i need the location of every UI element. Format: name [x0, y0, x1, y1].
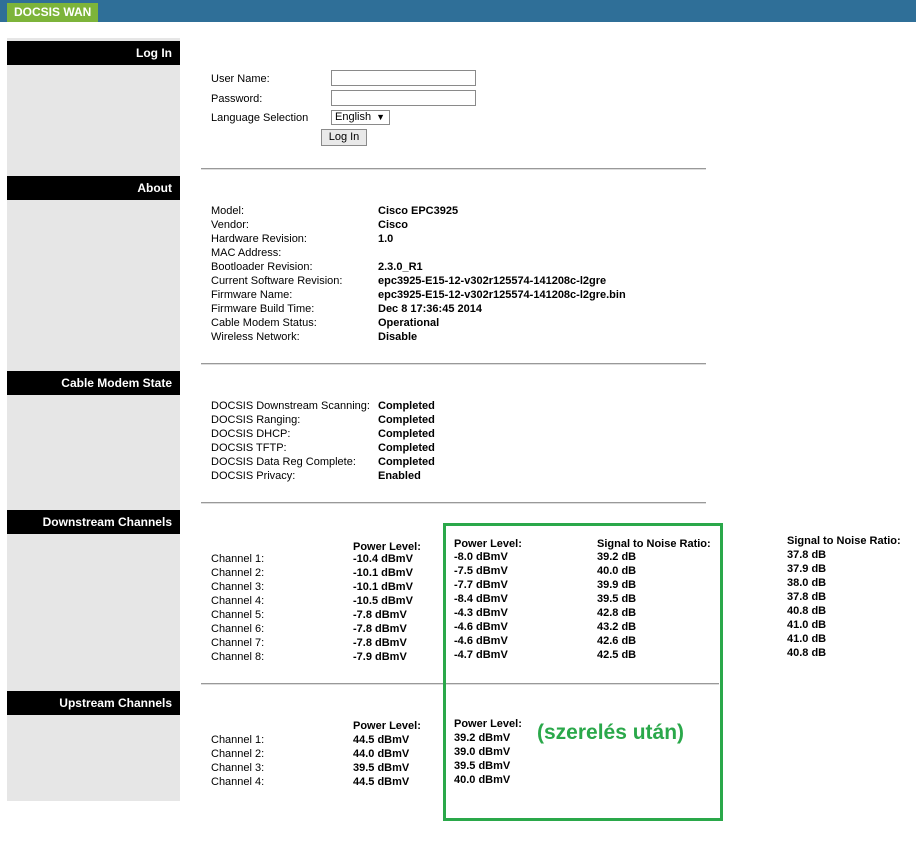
tab-docsis-wan[interactable]: DOCSIS WAN: [7, 3, 99, 22]
downstream-snr-before: 40.8 dB: [787, 647, 827, 659]
state-label: DOCSIS Privacy:: [211, 470, 296, 482]
about-label: Current Software Revision:: [211, 275, 343, 287]
state-label: DOCSIS TFTP:: [211, 442, 287, 454]
about-label: Vendor:: [211, 219, 249, 231]
top-bar: [0, 0, 916, 22]
downstream-snr-before: 37.9 dB: [787, 563, 827, 575]
downstream-channel-label: Channel 3:: [211, 581, 265, 593]
about-value: 2.3.0_R1: [378, 261, 423, 273]
password-label: Password:: [211, 93, 263, 105]
username-input[interactable]: [331, 70, 476, 86]
state-label: DOCSIS Downstream Scanning:: [211, 400, 370, 412]
downstream-snr-before: 41.0 dB: [787, 619, 827, 631]
state-value: Completed: [378, 400, 435, 412]
about-value: Cisco EPC3925: [378, 205, 459, 217]
upstream-power-before: 39.5 dBmV: [353, 762, 410, 774]
about-value: 1.0: [378, 233, 394, 245]
about-value: Cisco: [378, 219, 408, 231]
state-value: Completed: [378, 414, 435, 426]
upstream-channel-label: Channel 3:: [211, 762, 265, 774]
divider: [201, 168, 706, 170]
downstream-power-before: -7.8 dBmV: [353, 637, 407, 649]
downstream-channel-label: Channel 6:: [211, 623, 265, 635]
about-label: Cable Modem Status:: [211, 317, 317, 329]
about-label: Model:: [211, 205, 245, 217]
about-label: Bootloader Revision:: [211, 261, 313, 273]
downstream-power-before: -10.1 dBmV: [353, 581, 413, 593]
downstream-power-before: -10.4 dBmV: [353, 553, 413, 565]
about-value: epc3925-E15-12-v302r125574-141208c-l2gre…: [378, 289, 626, 301]
upstream-power-before: 44.0 dBmV: [353, 748, 410, 760]
downstream-channel-label: Channel 4:: [211, 595, 265, 607]
language-select-value: English: [335, 111, 372, 123]
downstream-channel-label: Channel 5:: [211, 609, 265, 621]
upstream-power-header-before: Power Level:: [353, 720, 421, 732]
downstream-power-before: -10.1 dBmV: [353, 567, 413, 579]
state-label: DOCSIS Ranging:: [211, 414, 301, 426]
downstream-channel-label: Channel 8:: [211, 651, 265, 663]
section-state-header: Cable Modem State: [7, 371, 180, 395]
state-value: Completed: [378, 428, 435, 440]
state-label: DOCSIS DHCP:: [211, 428, 291, 440]
about-label: MAC Address:: [211, 247, 282, 259]
section-upstream-header: Upstream Channels: [7, 691, 180, 715]
left-margin: [0, 22, 7, 801]
upstream-power-before: 44.5 dBmV: [353, 776, 410, 788]
upstream-channel-label: Channel 1:: [211, 734, 265, 746]
about-value: epc3925-E15-12-v302r125574-141208c-l2gre: [378, 275, 607, 287]
downstream-channel-label: Channel 7:: [211, 637, 265, 649]
downstream-channel-label: Channel 2:: [211, 567, 265, 579]
state-value: Enabled: [378, 470, 421, 482]
login-button[interactable]: Log In: [321, 129, 367, 146]
downstream-snr-before: 38.0 dB: [787, 577, 827, 589]
section-login-header: Log In: [7, 41, 180, 65]
downstream-snr-before: 41.0 dB: [787, 633, 827, 645]
chevron-down-icon: ▼: [376, 112, 385, 122]
downstream-power-before: -7.8 dBmV: [353, 623, 407, 635]
about-label: Firmware Build Time:: [211, 303, 315, 315]
about-label: Wireless Network:: [211, 331, 300, 343]
state-label: DOCSIS Data Reg Complete:: [211, 456, 356, 468]
divider: [201, 363, 706, 365]
downstream-snr-before: 37.8 dB: [787, 591, 827, 603]
upstream-channel-label: Channel 2:: [211, 748, 265, 760]
about-value: Disable: [378, 331, 418, 343]
annotation-after-installation: (szerelés után): [537, 721, 685, 744]
password-input[interactable]: [331, 90, 476, 106]
about-value: Dec 8 17:36:45 2014: [378, 303, 482, 315]
downstream-power-before: -10.5 dBmV: [353, 595, 413, 607]
username-label: User Name:: [211, 73, 270, 85]
downstream-snr-before: 40.8 dB: [787, 605, 827, 617]
downstream-snr-before: 37.8 dB: [787, 549, 827, 561]
upstream-channel-label: Channel 4:: [211, 776, 265, 788]
language-label: Language Selection: [211, 112, 309, 124]
downstream-snr-header-before: Signal to Noise Ratio:: [787, 535, 901, 547]
about-value: Operational: [378, 317, 440, 329]
downstream-power-before: -7.9 dBmV: [353, 651, 407, 663]
divider: [201, 502, 706, 504]
highlight-box: [443, 523, 723, 821]
section-about-header: About: [7, 176, 180, 200]
downstream-channel-label: Channel 1:: [211, 553, 265, 565]
upstream-power-before: 44.5 dBmV: [353, 734, 410, 746]
state-value: Completed: [378, 442, 435, 454]
section-downstream-header: Downstream Channels: [7, 510, 180, 534]
downstream-power-before: -7.8 dBmV: [353, 609, 407, 621]
state-value: Completed: [378, 456, 435, 468]
sidebar: [7, 38, 180, 801]
about-label: Hardware Revision:: [211, 233, 307, 245]
language-select[interactable]: English ▼: [331, 110, 390, 125]
about-label: Firmware Name:: [211, 289, 293, 301]
